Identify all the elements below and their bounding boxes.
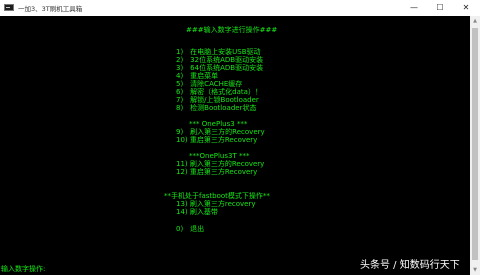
vertical-scrollbar[interactable]: ▲ ▼: [470, 16, 480, 275]
scrollbar-thumb[interactable]: [472, 28, 478, 260]
console-app-icon: [4, 4, 14, 11]
menu-item: 2) 32位系统ADB驱动安装: [176, 56, 264, 64]
menu-item: 14) 刷入基带: [176, 208, 218, 216]
section-fastboot: **手机处于fastboot模式下操作**: [164, 192, 270, 200]
menu-item: 7) 解锁/上锁Bootloader: [176, 96, 259, 104]
menu-item-exit: 0) 退出: [176, 225, 205, 233]
console-output: ###输入数字进行操作### 1) 在电脑上安装USB驱动 2) 32位系统AD…: [0, 16, 470, 275]
menu-item: 10) 重启第三方Recovery: [176, 136, 258, 144]
menu-item: 5) 清除CACHE缓存: [176, 80, 243, 88]
menu-header: ###输入数字进行操作###: [186, 26, 278, 34]
window-title: 一加3、3T刷机工具箱: [18, 5, 83, 13]
menu-item: 3) 64位系统ADB驱动安装: [176, 64, 264, 72]
input-prompt[interactable]: 输入数字操作:: [1, 265, 45, 273]
menu-item: 6) 解密（格式化data）！: [176, 88, 262, 96]
maximize-button[interactable]: ☐: [428, 0, 452, 16]
menu-item: 13) 刷入第三方recovery: [176, 200, 256, 208]
minimize-button[interactable]: —: [402, 0, 426, 16]
title-bar: 一加3、3T刷机工具箱 — ☐ ✕: [0, 0, 480, 17]
scroll-up-icon[interactable]: ▲: [470, 16, 480, 26]
menu-item: 8) 检测Bootloader状态: [176, 104, 257, 112]
watermark-text: 头条号 / 知数码行天下: [360, 260, 460, 271]
menu-item: 1) 在电脑上安装USB驱动: [176, 48, 261, 56]
menu-item: 4) 重启菜单: [176, 72, 219, 80]
menu-item: 11) 刷入第三方的Recovery: [176, 160, 265, 168]
section-oneplus3t: ***OnePlus3T ***: [189, 152, 250, 160]
menu-item: 12) 重启第三方Recovery: [176, 168, 258, 176]
section-oneplus3: *** OnePlus3 ***: [189, 120, 248, 128]
close-button[interactable]: ✕: [454, 0, 478, 16]
menu-item: 9) 刷入第三方的Recovery: [176, 128, 265, 136]
scroll-down-icon[interactable]: ▼: [470, 265, 480, 275]
